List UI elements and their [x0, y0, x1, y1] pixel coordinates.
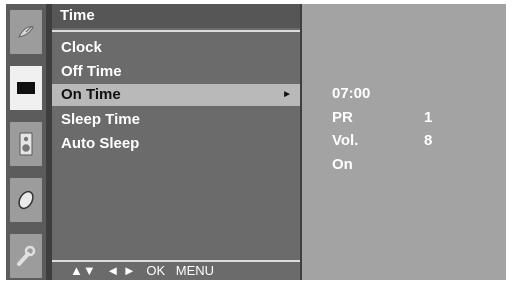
rail-item-time[interactable] [10, 178, 42, 222]
on-time-volume-row[interactable]: Vol. 8 [332, 130, 502, 152]
menu-item-on-time[interactable]: On Time ► [52, 84, 300, 106]
on-time-clock-value[interactable]: 07:00 [332, 83, 502, 105]
on-time-settings-panel: 07:00 PR 1 Vol. 8 On [302, 4, 506, 280]
rail-item-picture[interactable] [10, 66, 42, 110]
screen-icon [17, 82, 35, 94]
menu-item-off-time[interactable]: Off Time [52, 61, 300, 83]
volume-label: Vol. [332, 132, 359, 149]
menu-category-rail [6, 4, 46, 280]
left-right-arrows-icon: ◄ ► [106, 263, 136, 278]
program-label: PR [332, 109, 353, 126]
menu-item-sleep-time[interactable]: Sleep Time [52, 109, 300, 131]
rail-item-option[interactable] [10, 234, 42, 278]
on-time-program-row[interactable]: PR 1 [332, 107, 502, 129]
tv-osd-menu: Time Clock Off Time On Time ► Sleep Time… [6, 4, 506, 280]
menu-item-clock[interactable]: Clock [52, 37, 300, 59]
menu-title: Time [52, 4, 300, 28]
satellite-dish-icon [18, 25, 34, 38]
menu-hint: MENU [175, 263, 215, 278]
on-time-state-value[interactable]: On [332, 154, 502, 176]
rail-item-station[interactable] [10, 10, 42, 54]
menu-title-divider [52, 30, 300, 32]
navigation-hint-bar: ▲▼ ◄ ► OK MENU [52, 262, 300, 280]
menu-item-auto-sleep[interactable]: Auto Sleep [52, 133, 300, 155]
menu-item-label: On Time [61, 86, 121, 103]
ok-hint: OK [146, 263, 166, 278]
menu-item-label: Clock [61, 39, 102, 56]
menu-item-label: Sleep Time [61, 111, 140, 128]
speaker-icon [19, 132, 33, 156]
submenu-arrow-icon: ► [282, 89, 292, 100]
program-value: 1 [424, 109, 433, 126]
wrench-icon [17, 245, 36, 266]
menu-item-label: Auto Sleep [61, 135, 140, 152]
up-down-arrows-icon: ▲▼ [70, 263, 96, 278]
volume-value: 8 [424, 132, 433, 149]
rail-item-sound[interactable] [10, 122, 42, 166]
time-menu-panel: Time Clock Off Time On Time ► Sleep Time… [52, 4, 300, 280]
clock-icon [18, 190, 34, 210]
menu-item-label: Off Time [61, 63, 122, 80]
